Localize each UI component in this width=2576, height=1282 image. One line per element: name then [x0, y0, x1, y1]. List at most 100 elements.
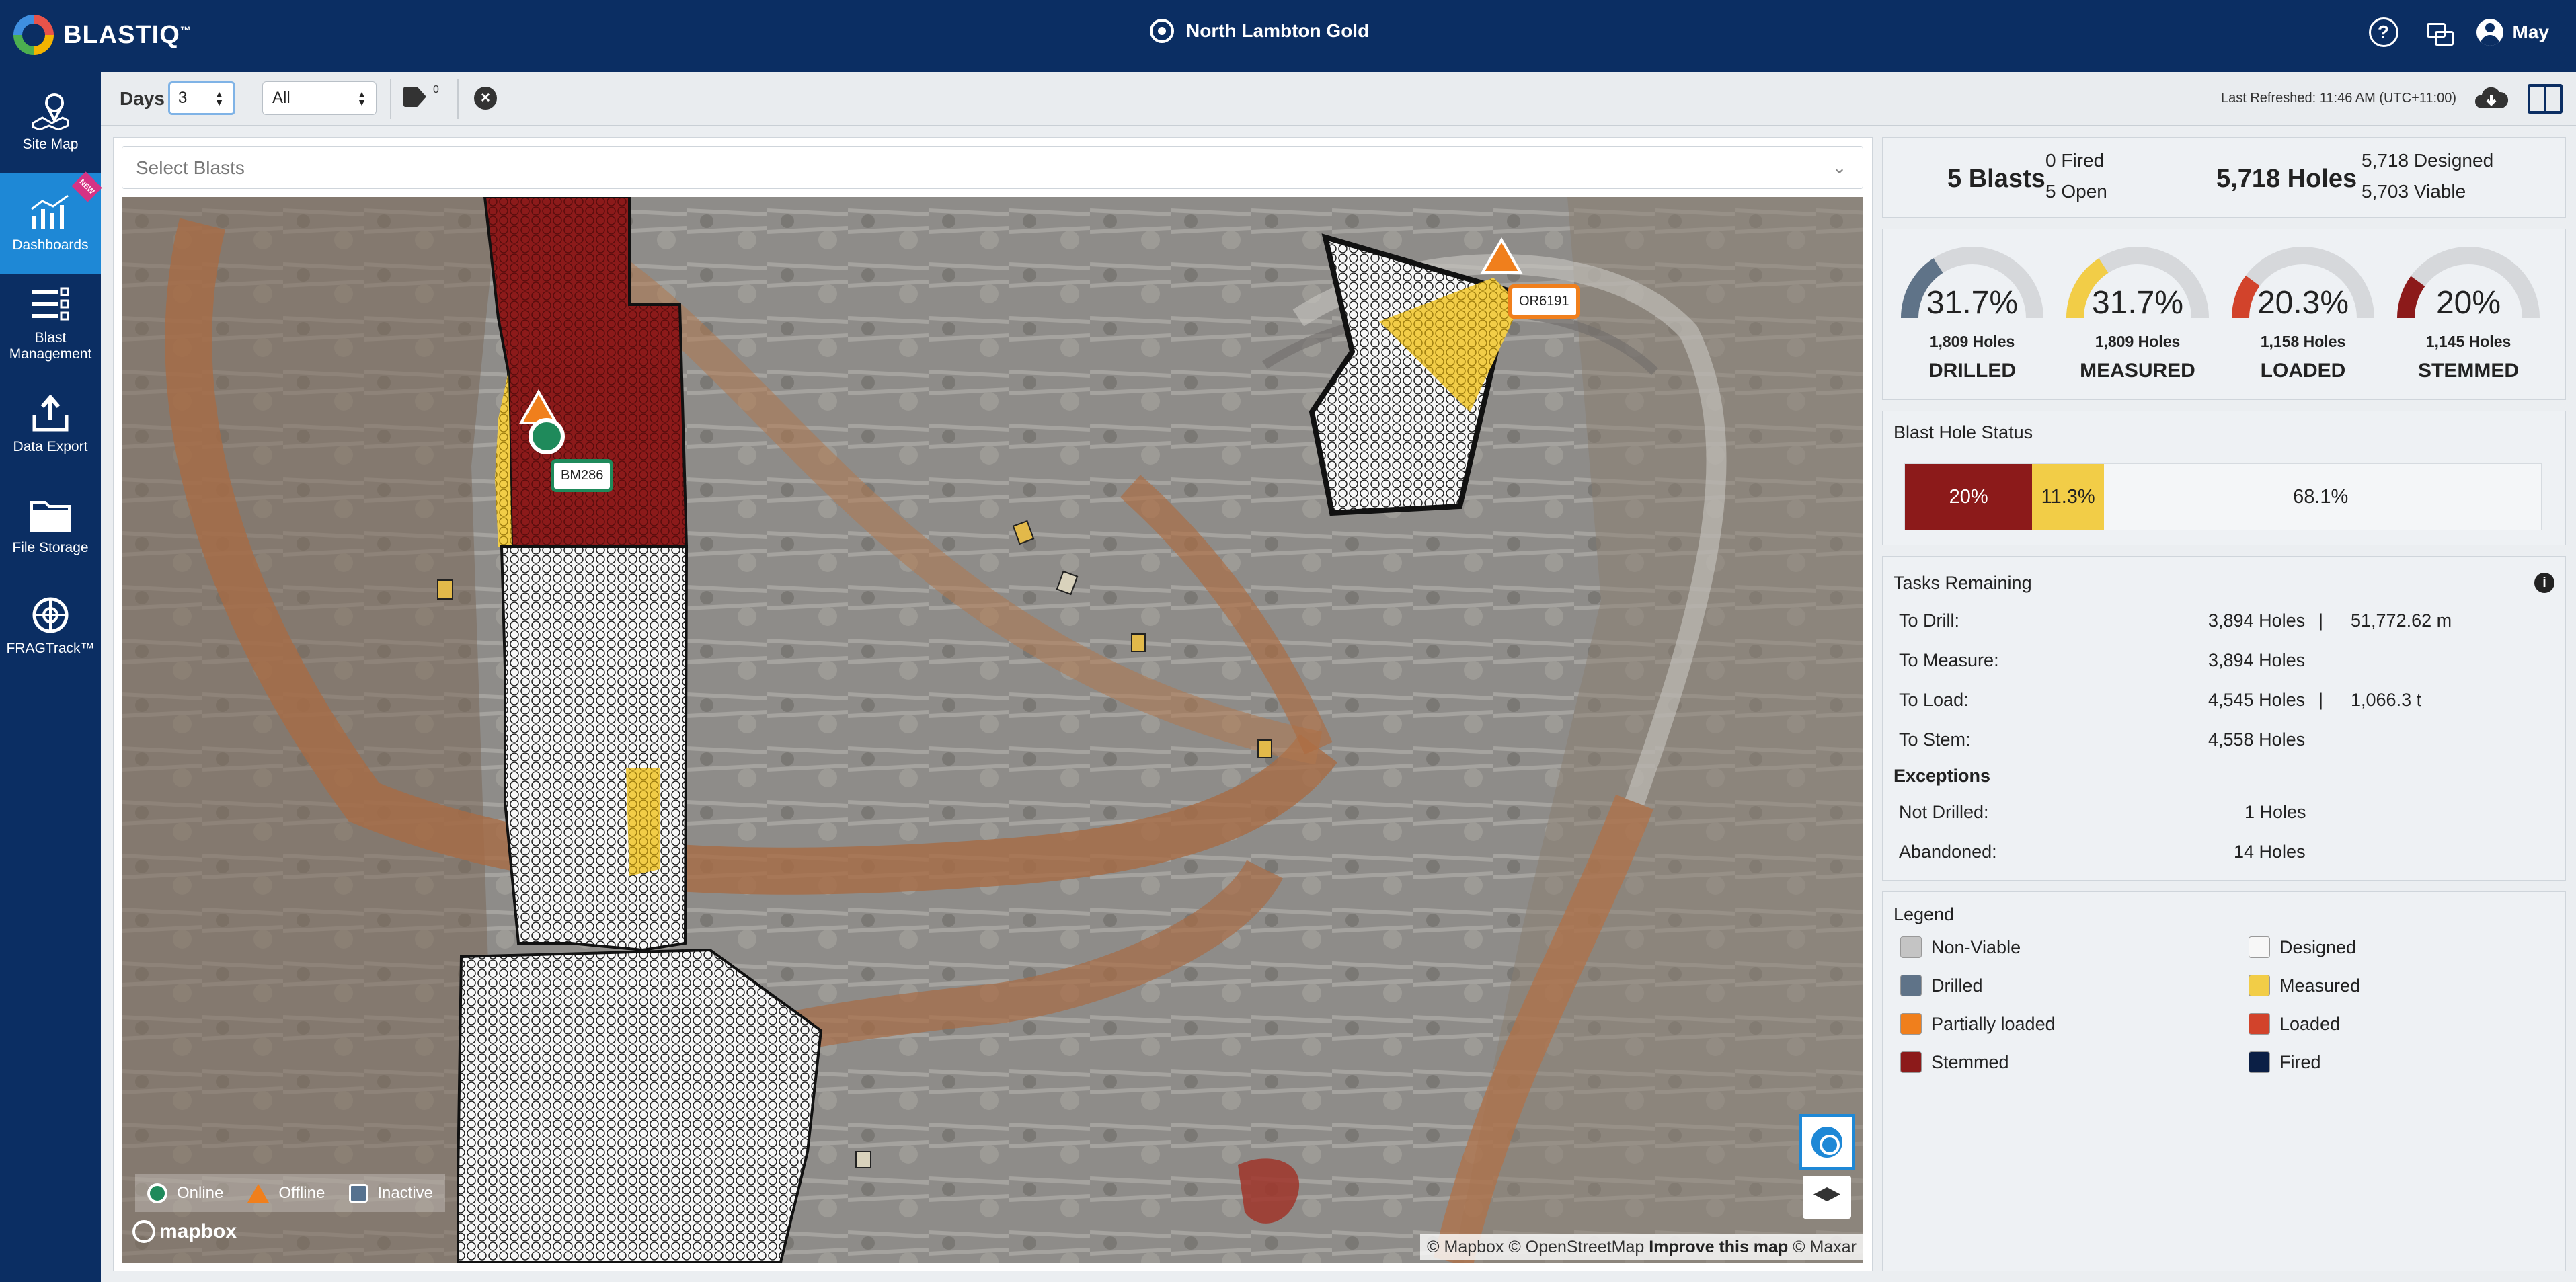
sidebar-item-label: Blast Management	[9, 329, 92, 362]
app-title: BLASTIQ™	[63, 20, 192, 49]
user-icon	[2476, 19, 2503, 46]
divider	[457, 79, 459, 119]
days-label: Days	[120, 88, 165, 109]
target-icon	[1811, 1127, 1842, 1158]
tag-icon[interactable]	[403, 87, 426, 107]
legend-swatch	[1900, 975, 1922, 996]
sidebar-item-label: Data Export	[13, 438, 88, 454]
to-drill-meters: 51,772.62 m	[2351, 610, 2452, 631]
site-name: North Lambton Gold	[1186, 20, 1370, 41]
clear-filters-icon[interactable]: ×	[474, 87, 497, 110]
legend-swatch	[1900, 936, 1922, 958]
sidebar-item-dashboards[interactable]: NEW Dashboards	[0, 171, 102, 274]
cloud-download-icon[interactable]	[2474, 85, 2509, 110]
gauge-label: STEMMED	[2418, 360, 2519, 382]
legend-item-fired: Fired	[2249, 1051, 2321, 1073]
last-refreshed: Last Refreshed: 11:46 AM (UTC+11:00)	[2221, 91, 2456, 106]
sidebar-item-file-storage[interactable]: File Storage	[0, 475, 101, 576]
improve-map-link[interactable]: Improve this map	[1649, 1238, 1788, 1256]
offline-icon	[247, 1184, 270, 1203]
user-name: May	[2512, 22, 2549, 42]
gauge-measured: 31.7% 1,809 Holes MEASURED	[2062, 244, 2214, 392]
user-menu[interactable]: May	[2476, 19, 2549, 46]
sidebar-item-site-map[interactable]: Site Map	[0, 72, 101, 173]
stepper-arrows-icon[interactable]: ▲ ▼	[214, 89, 224, 107]
to-drill-holes: 3,894 Holes	[2208, 610, 2306, 631]
status-segment-measured[interactable]: 11.3%	[2032, 464, 2105, 530]
legend-item-partially-loaded: Partially loaded	[1900, 1013, 2056, 1035]
legend-item-designed: Designed	[2249, 936, 2356, 958]
gauge-drilled: 31.7% 1,809 Holes DRILLED	[1896, 244, 2048, 392]
blast-label-bm286[interactable]: BM286	[551, 459, 614, 492]
legend-swatch	[1900, 1013, 1922, 1035]
status-filter-select[interactable]: All ▲ ▼	[262, 81, 377, 115]
app-logo[interactable]: BLASTIQ™	[13, 15, 192, 55]
online-icon	[147, 1183, 167, 1203]
separator: |	[2318, 610, 2324, 631]
legend-swatch	[2249, 975, 2270, 996]
gauge-percent: 31.7%	[1926, 285, 2019, 321]
to-drill-label: To Drill:	[1899, 610, 1960, 631]
site-selector[interactable]: North Lambton Gold	[1150, 19, 1369, 43]
blast-management-icon	[32, 287, 69, 321]
new-badge: NEW	[71, 171, 102, 202]
status-segment-stemmed[interactable]: 20%	[1905, 464, 2033, 530]
abandoned-value: 14 Holes	[2234, 842, 2306, 862]
chevron-down-icon[interactable]: ⌄	[1816, 147, 1863, 188]
legend-swatch	[2249, 936, 2270, 958]
status-segment-designed[interactable]: 68.1%	[2104, 464, 2538, 530]
blasts-count: 5 Blasts	[1947, 165, 2045, 193]
status-stacked-bar: 20% 11.3% 68.1%	[1904, 463, 2542, 530]
map-attribution: © Mapbox © OpenStreetMap Improve this ma…	[1420, 1234, 1863, 1260]
sidebar-item-label: FRAGTrack™	[6, 640, 95, 656]
gauge-percent: 20%	[2435, 285, 2501, 321]
gauge-loaded: 20.3% 1,158 Holes LOADED	[2227, 244, 2379, 392]
blast-hole-status-panel: Blast Hole Status 20% 11.3% 68.1%	[1882, 411, 2566, 545]
not-drilled-value: 1 Holes	[2245, 802, 2306, 822]
sidebar-item-blast-management[interactable]: Blast Management	[0, 274, 101, 374]
sidebar: Site Map NEW Dashboards Blast Management…	[0, 72, 102, 1282]
sidebar-item-fragtrack[interactable]: FRAGTrack™	[0, 576, 101, 677]
tag-count: 0	[433, 84, 439, 95]
separator: |	[2318, 690, 2324, 710]
mapbox-logo[interactable]: mapbox	[132, 1220, 237, 1243]
progress-gauges-panel: 31.7% 1,809 Holes DRILLED 31.7% 1,809 Ho…	[1882, 229, 2566, 400]
blast-label-or6191[interactable]: OR6191	[1508, 284, 1580, 319]
layers-icon	[1813, 1187, 1840, 1201]
gauge-holes: 1,145 Holes	[2425, 333, 2511, 350]
days-stepper[interactable]: 3 ▲ ▼	[168, 81, 235, 115]
panel-title: Blast Hole Status	[1894, 422, 2033, 442]
open-count: 5 Open	[2045, 181, 2107, 202]
info-icon[interactable]: i	[2534, 573, 2554, 593]
to-measure-label: To Measure:	[1899, 650, 1999, 670]
satellite-map[interactable]: BM286 OR6191 Online Offline Inactive map…	[122, 197, 1863, 1263]
layers-control[interactable]	[1803, 1176, 1851, 1219]
select-blasts-dropdown[interactable]: Select Blasts ⌄	[122, 146, 1863, 189]
fragtrack-icon	[32, 597, 69, 633]
chat-icon[interactable]	[2424, 19, 2454, 46]
legend-swatch	[2249, 1013, 2270, 1035]
mapbox-icon	[132, 1220, 155, 1243]
site-map-icon	[32, 93, 69, 130]
fired-count: 0 Fired	[2045, 150, 2105, 171]
location-icon	[1150, 19, 1174, 43]
locate-control[interactable]	[1799, 1114, 1855, 1170]
legend-swatch	[1900, 1051, 1922, 1073]
map-canvas	[122, 197, 1863, 1263]
to-load-tonnes: 1,066.3 t	[2351, 690, 2422, 710]
guide-book-icon[interactable]	[2528, 84, 2563, 114]
legend-item-non-viable: Non-Viable	[1900, 936, 2021, 958]
gauge-label: LOADED	[2260, 360, 2346, 382]
help-icon[interactable]: ?	[2368, 17, 2398, 47]
to-stem-label: To Stem:	[1899, 729, 1971, 750]
gauge-percent: 20.3%	[2257, 285, 2349, 321]
designed-count: 5,718 Designed	[2362, 150, 2494, 171]
file-storage-icon	[30, 500, 71, 532]
gauge-label: DRILLED	[1928, 360, 2016, 382]
to-measure-holes: 3,894 Holes	[2208, 650, 2306, 670]
map-panel: Select Blasts ⌄ BM286 OR6191 Online Offl…	[113, 137, 1873, 1271]
holes-count: 5,718 Holes	[2216, 165, 2357, 193]
sidebar-item-data-export[interactable]: Data Export	[0, 374, 101, 475]
gauge-label: MEASURED	[2080, 360, 2195, 382]
gauge-holes: 1,158 Holes	[2260, 333, 2346, 350]
